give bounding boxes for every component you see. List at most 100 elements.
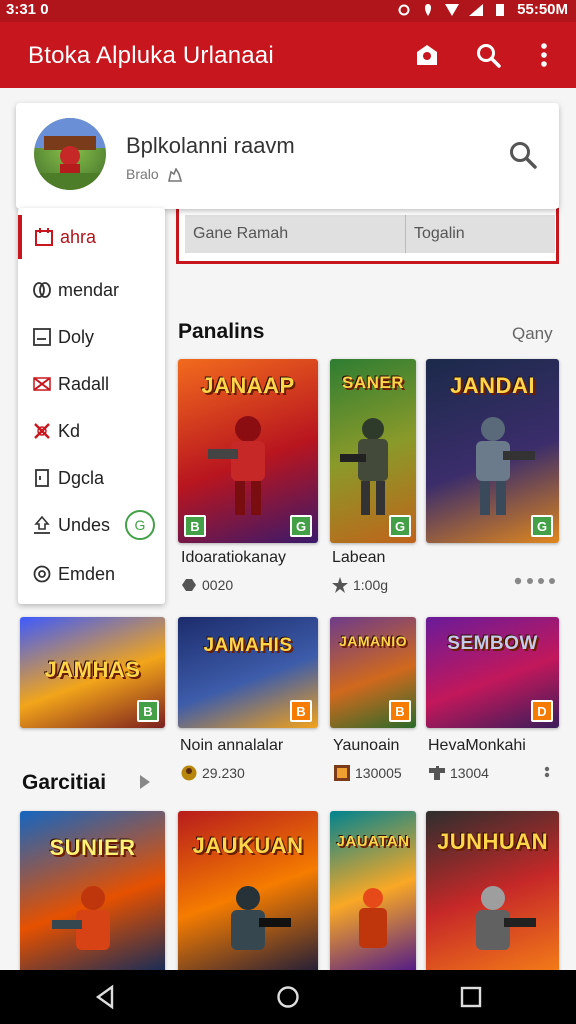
game-card[interactable]: JAUATAN [330, 811, 416, 970]
game-logo: JAMHAS [44, 657, 141, 682]
search-icon [477, 44, 501, 68]
star-icon [332, 577, 348, 593]
game-logo: JAMAHIS [203, 635, 293, 656]
game-meta: 0020 [180, 577, 233, 593]
game-title: Idoaratiokanay [181, 549, 286, 566]
hand-icon [167, 167, 182, 183]
recents-icon[interactable] [457, 983, 485, 1011]
rating-tag: B [137, 700, 159, 722]
status-clock-right: 55:50M [517, 1, 568, 18]
game-card[interactable]: SUNIER [20, 811, 165, 970]
search-icon[interactable] [507, 139, 539, 171]
menu-item-ahra[interactable]: ahra [18, 215, 165, 259]
game-title: Yaunoain [333, 737, 400, 754]
game-logo: JAUKUAN [192, 833, 304, 858]
tab-bar: Gane Ramah Togalin [176, 208, 559, 264]
game-logo: JAUATAN [336, 833, 410, 850]
game-card[interactable]: JAMAHIS B [178, 617, 318, 728]
game-title: Noin annalalar [180, 737, 284, 754]
profile-search-card[interactable]: Bplkolanni raavm Bralo [16, 103, 559, 209]
more-vert-icon[interactable] [544, 766, 550, 782]
cross-icon [34, 423, 50, 439]
section-title-garcitiai: Garcitiai [22, 771, 107, 794]
section-more-link[interactable]: Qany [512, 324, 553, 344]
game-card[interactable]: JANAAP B G [178, 359, 318, 543]
game-logo: SANER [341, 373, 404, 392]
menu-item-radall[interactable]: Radall [18, 362, 165, 406]
game-title: Labean [332, 549, 386, 566]
rating-tag: B [184, 515, 206, 537]
game-title: HevaMonkahi [428, 737, 526, 754]
search-button[interactable] [473, 40, 503, 70]
rating-tag: D [531, 700, 553, 722]
menu-item-undes[interactable]: Undes G [18, 503, 165, 547]
character-art-icon [231, 886, 291, 950]
rating-tag: G [389, 515, 411, 537]
signal-icon [469, 3, 484, 16]
location-icon [425, 3, 432, 16]
update-badge[interactable]: G [125, 510, 155, 540]
status-icons: 55:50M [397, 1, 568, 18]
status-bar: 3:31 0 55:50M [0, 0, 576, 22]
menu-item-kd[interactable]: Kd [18, 409, 165, 453]
game-card[interactable]: JAUKUAN [178, 811, 318, 970]
game-card[interactable]: JANDAI G [426, 359, 559, 543]
tab-togalin[interactable]: Togalin [405, 215, 555, 253]
back-icon[interactable] [92, 983, 120, 1011]
game-logo: SEMBOW [447, 633, 538, 654]
wifi-icon [445, 3, 460, 16]
game-meta: 1:00g [331, 577, 388, 593]
avatar [34, 118, 106, 190]
status-time: 3:31 0 [6, 1, 49, 18]
game-card[interactable]: JAMHAS B [20, 617, 165, 728]
game-card[interactable]: JUNHUAN [426, 811, 559, 970]
profile-name: Bplkolanni raavm [126, 133, 295, 158]
rating-tag: B [290, 700, 312, 722]
character-art-icon [208, 416, 265, 515]
profile-subtitle: Bralo [126, 166, 183, 183]
game-card[interactable]: SEMBOW D [426, 617, 559, 728]
avatar-art-icon [34, 118, 106, 190]
document-icon [35, 469, 49, 487]
menu-item-doly[interactable]: Doly [18, 315, 165, 359]
dropdown-menu: ahra mendar Doly Radall Kd Dgcla Undes G [18, 208, 165, 604]
game-meta: 13004 [428, 765, 489, 781]
game-logo: JUNHUAN [436, 829, 549, 854]
avatar-icon [181, 765, 197, 781]
profile-badge-icon [417, 45, 437, 65]
profile-badge-button[interactable] [412, 40, 442, 70]
overflow-menu-button[interactable] [529, 40, 559, 70]
rating-tag: G [290, 515, 312, 537]
chevron-right-icon[interactable] [139, 775, 151, 789]
navigation-bar [0, 970, 576, 1024]
character-art-icon [340, 418, 388, 515]
game-card[interactable]: JAMANIO B [330, 617, 416, 728]
more-horiz-icon[interactable] [514, 577, 556, 585]
battery-icon [496, 3, 505, 16]
section-title-panalins: Panalins [178, 320, 265, 343]
main-content: Bplkolanni raavm Bralo Gane Ramah Togali… [0, 88, 576, 970]
gamepad-icon [182, 579, 196, 591]
game-card[interactable]: SANER G [330, 359, 416, 543]
character-art-icon [475, 417, 535, 515]
settings-circle-icon [33, 565, 51, 583]
rating-tag: B [389, 700, 411, 722]
game-meta: 130005 [333, 765, 402, 781]
menu-item-dgcla[interactable]: Dgcla [18, 456, 165, 500]
home-icon[interactable] [274, 983, 302, 1011]
menu-item-mendar[interactable]: mendar [18, 268, 165, 312]
puzzle-icon [429, 766, 445, 780]
calendar-icon [35, 228, 53, 246]
app-bar: Btoka Alpluka Urlanaai [0, 22, 576, 88]
game-logo: JANDAI [450, 373, 535, 398]
tab-game-ramah[interactable]: Gane Ramah [185, 215, 405, 253]
upload-icon [34, 515, 50, 534]
shuffle-icon [33, 377, 51, 391]
game-logo: JAMANIO [338, 633, 408, 649]
menu-item-emden[interactable]: Emden [18, 552, 165, 596]
character-art-icon [475, 886, 536, 950]
alarm-icon [398, 4, 410, 15]
game-logo: JANAAP [201, 373, 295, 398]
character-art-icon [51, 886, 110, 950]
app-title: Btoka Alpluka Urlanaai [28, 42, 274, 69]
